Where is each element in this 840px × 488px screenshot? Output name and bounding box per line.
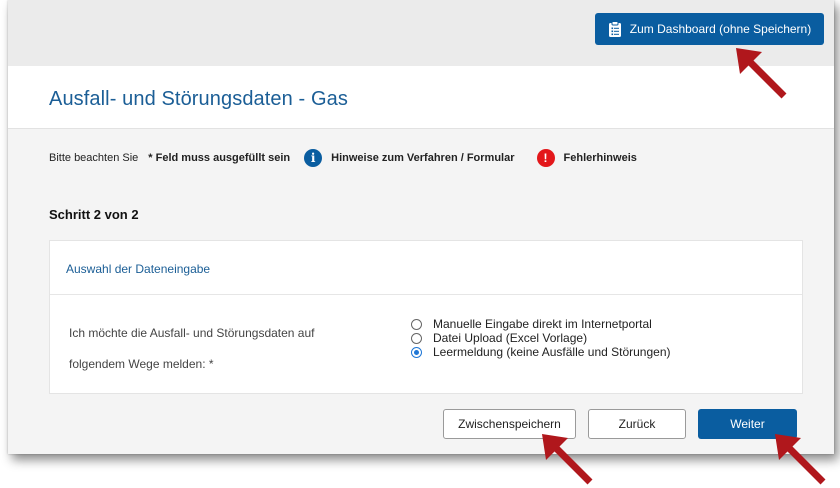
step-indicator: Schritt 2 von 2 bbox=[49, 207, 139, 222]
option-empty-report-label: Leermeldung (keine Ausfälle und Störunge… bbox=[433, 345, 671, 359]
question-line-2: folgendem Wege melden: * bbox=[69, 357, 214, 371]
option-manual-label: Manuelle Eingabe direkt im Internetporta… bbox=[433, 317, 652, 331]
option-empty-report[interactable]: Leermeldung (keine Ausfälle und Störunge… bbox=[411, 345, 671, 359]
page-title: Ausfall- und Störungsdaten - Gas bbox=[49, 88, 348, 110]
title-area: Ausfall- und Störungsdaten - Gas bbox=[8, 66, 834, 129]
error-icon: ! bbox=[536, 149, 555, 167]
main-content: Ausfall- und Störungsdaten - Gas Bitte b… bbox=[8, 66, 834, 454]
top-bar: Zum Dashboard (ohne Speichern) bbox=[8, 0, 834, 66]
notes-legend: Bitte beachten Sie * Feld muss ausgefüll… bbox=[49, 149, 637, 167]
data-input-card: Auswahl der Dateneingabe Ich möchte die … bbox=[49, 240, 803, 394]
back-button[interactable]: Zurück bbox=[588, 409, 686, 439]
option-manual[interactable]: Manuelle Eingabe direkt im Internetporta… bbox=[411, 317, 671, 331]
card-title: Auswahl der Dateneingabe bbox=[66, 262, 211, 276]
option-upload[interactable]: Datei Upload (Excel Vorlage) bbox=[411, 331, 671, 345]
arrow-icon bbox=[542, 434, 593, 485]
info-note: Hinweise zum Verfahren / Formular bbox=[331, 152, 515, 164]
option-upload-label: Datei Upload (Excel Vorlage) bbox=[433, 331, 588, 345]
arrow-icon bbox=[775, 434, 826, 485]
info-icon: i bbox=[304, 149, 323, 167]
arrow-icon bbox=[736, 48, 787, 99]
app-window: Zum Dashboard (ohne Speichern) Ausfall- … bbox=[8, 0, 834, 454]
dashboard-button-label: Zum Dashboard (ohne Speichern) bbox=[629, 22, 812, 36]
input-method-options: Manuelle Eingabe direkt im Internetporta… bbox=[411, 317, 671, 359]
required-note: * Feld muss ausgefüllt sein bbox=[148, 152, 291, 164]
error-note: Fehlerhinweis bbox=[563, 152, 637, 164]
radio-manual[interactable] bbox=[411, 318, 422, 330]
clipboard-icon bbox=[608, 21, 621, 37]
radio-upload[interactable] bbox=[411, 332, 422, 344]
notes-intro: Bitte beachten Sie bbox=[49, 152, 139, 164]
card-header: Auswahl der Dateneingabe bbox=[50, 241, 802, 295]
radio-empty-report[interactable] bbox=[411, 346, 422, 358]
dashboard-button[interactable]: Zum Dashboard (ohne Speichern) bbox=[595, 13, 824, 45]
question-line-1: Ich möchte die Ausfall- und Störungsdate… bbox=[69, 326, 315, 340]
